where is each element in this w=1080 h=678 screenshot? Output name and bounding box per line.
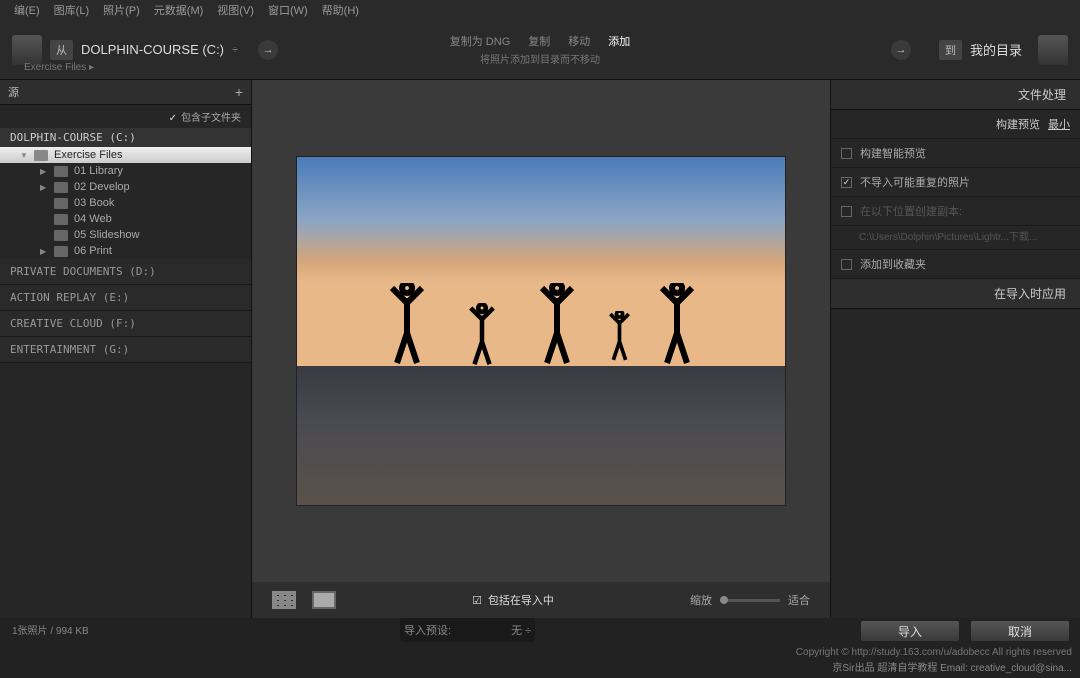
menu-help[interactable]: 帮助(H)	[316, 0, 365, 20]
checkbox-icon	[841, 206, 852, 217]
settings-panel: 文件处理 构建预览 最小 构建智能预览 不导入可能重复的照片 在以下位置创建副本…	[830, 80, 1080, 618]
menu-metadata[interactable]: 元数据(M)	[148, 0, 210, 20]
folder-icon	[54, 230, 68, 241]
zoom-label: 缩放	[690, 592, 712, 608]
add-source-button[interactable]: +	[235, 84, 243, 100]
source-name: DOLPHIN-COURSE (C:)	[81, 42, 224, 57]
folder-04-web[interactable]: 04 Web	[0, 211, 251, 227]
destination-name: 我的目录	[970, 40, 1022, 59]
from-label: 从	[50, 40, 73, 60]
smart-preview-checkbox[interactable]: 构建智能预览	[831, 139, 1080, 168]
include-subfolders-toggle[interactable]: 包含子文件夹	[0, 105, 251, 128]
import-topbar: 从 DOLPHIN-COURSE (C:) ÷ Exercise Files ▸…	[0, 20, 1080, 80]
folder-icon	[54, 182, 68, 193]
folder-06-print[interactable]: ▶06 Print	[0, 243, 251, 259]
source-subfolder[interactable]: Exercise Files ▸	[24, 62, 94, 73]
file-handling-header[interactable]: 文件处理	[831, 80, 1080, 110]
import-button[interactable]: 导入	[860, 620, 960, 642]
checkbox-icon	[841, 259, 852, 270]
build-preview-value[interactable]: 最小	[1048, 116, 1070, 132]
photo-count-status: 1张照片 / 994 KB	[12, 622, 89, 637]
expand-arrow-icon[interactable]: ▶	[40, 183, 48, 192]
folder-tree: DOLPHIN-COURSE (C:) ▼ Exercise Files ▶01…	[0, 128, 251, 618]
expand-arrow-icon[interactable]: ▶	[40, 167, 48, 176]
drive-f[interactable]: CREATIVE CLOUD (F:)	[0, 311, 251, 337]
folder-02-develop[interactable]: ▶02 Develop	[0, 179, 251, 195]
menu-library[interactable]: 图库(L)	[48, 0, 95, 20]
drive-g[interactable]: ENTERTAINMENT (G:)	[0, 337, 251, 363]
folder-01-library[interactable]: ▶01 Library	[0, 163, 251, 179]
to-label: 到	[939, 40, 962, 60]
arrow-right-icon: →	[258, 40, 278, 60]
import-method-tabs: 复制为 DNG 复制 移动 添加 将照片添加到目录而不移动	[450, 33, 631, 66]
op-copy-dng[interactable]: 复制为 DNG	[450, 33, 511, 49]
dropdown-arrow-icon: ÷	[232, 44, 238, 56]
apply-during-import-header[interactable]: 在导入时应用	[831, 279, 1080, 309]
no-duplicates-checkbox[interactable]: 不导入可能重复的照片	[831, 168, 1080, 197]
make-copy-checkbox[interactable]: 在以下位置创建副本:	[831, 197, 1080, 226]
op-add[interactable]: 添加	[608, 33, 630, 49]
cancel-button[interactable]: 取消	[970, 620, 1070, 642]
preview-area: ☑ 包括在导入中 缩放 适合	[252, 80, 830, 618]
source-panel-title: 源	[8, 84, 19, 100]
folder-05-slideshow[interactable]: 05 Slideshow	[0, 227, 251, 243]
menu-photo[interactable]: 照片(P)	[97, 0, 146, 20]
folder-03-book[interactable]: 03 Book	[0, 195, 251, 211]
source-selector[interactable]: 从 DOLPHIN-COURSE (C:) ÷	[50, 40, 238, 60]
fit-label[interactable]: 适合	[788, 592, 810, 608]
drive-e[interactable]: ACTION REPLAY (E:)	[0, 285, 251, 311]
catalog-icon	[1038, 35, 1068, 65]
expand-arrow-icon[interactable]: ▶	[40, 247, 48, 256]
folder-icon	[54, 214, 68, 225]
destination-selector[interactable]: → 到 我的目录	[871, 35, 1068, 65]
loupe-view-button[interactable]	[312, 591, 336, 609]
folder-icon	[34, 150, 48, 161]
source-drive-icon	[12, 35, 42, 65]
checkbox-checked-icon	[841, 177, 852, 188]
arrow-right-icon: →	[891, 40, 911, 60]
credit-text: 京Sir出品 超清自学教程 Email: creative_cloud@sina…	[832, 659, 1072, 674]
folder-icon	[54, 166, 68, 177]
photo-preview[interactable]	[296, 156, 786, 506]
folder-exercise-files[interactable]: ▼ Exercise Files	[0, 147, 251, 163]
preset-value: 无 ÷	[511, 622, 531, 638]
add-to-collection-checkbox[interactable]: 添加到收藏夹	[831, 250, 1080, 279]
expand-arrow-icon[interactable]: ▼	[20, 151, 28, 160]
menubar: 编(E) 图库(L) 照片(P) 元数据(M) 视图(V) 窗口(W) 帮助(H…	[0, 0, 1080, 20]
menu-window[interactable]: 窗口(W)	[262, 0, 314, 20]
op-move[interactable]: 移动	[568, 33, 590, 49]
drive-d[interactable]: PRIVATE DOCUMENTS (D:)	[0, 259, 251, 285]
source-panel: 源 + 包含子文件夹 DOLPHIN-COURSE (C:) ▼ Exercis…	[0, 80, 252, 618]
checkbox-icon	[841, 148, 852, 159]
op-copy[interactable]: 复制	[528, 33, 550, 49]
zoom-slider[interactable]	[720, 599, 780, 602]
menu-edit[interactable]: 编(E)	[8, 0, 46, 20]
folder-icon	[54, 246, 68, 257]
footer: 1张照片 / 994 KB 导入预设: 无 ÷ 导入 取消 Copyright …	[0, 618, 1080, 678]
op-description: 将照片添加到目录而不移动	[450, 51, 631, 66]
menu-view[interactable]: 视图(V)	[211, 0, 260, 20]
build-preview-row[interactable]: 构建预览 最小	[831, 110, 1080, 139]
import-preset-selector[interactable]: 导入预设: 无 ÷	[400, 618, 535, 642]
preview-controls: ☑ 包括在导入中 缩放 适合	[252, 582, 830, 618]
copyright-text: Copyright © http://study.163.com/u/adobe…	[796, 647, 1072, 658]
tree-root-drive[interactable]: DOLPHIN-COURSE (C:)	[0, 128, 251, 147]
copy-path: C:\Users\Dolphin\Pictures\Lightr...下载...	[831, 226, 1080, 250]
folder-icon	[54, 198, 68, 209]
grid-view-button[interactable]	[272, 591, 296, 609]
include-in-import-checkbox[interactable]: ☑ 包括在导入中	[472, 592, 554, 608]
